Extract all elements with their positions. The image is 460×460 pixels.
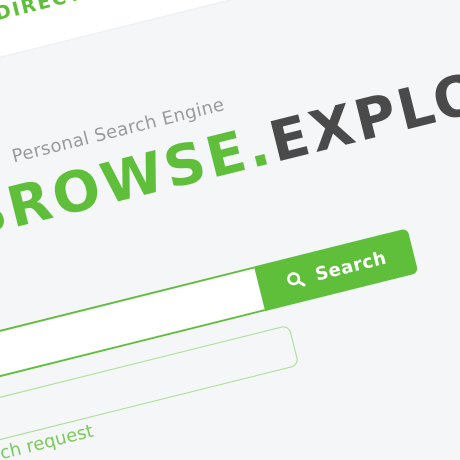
search-icon: [284, 269, 306, 291]
page: DIRECTORY Personal Search Engine BROWSE.…: [0, 0, 460, 460]
rotated-scene: DIRECTORY Personal Search Engine BROWSE.…: [0, 0, 460, 460]
logo-word-explore: EXPLORE: [263, 38, 460, 176]
search-button[interactable]: Search: [254, 228, 419, 312]
search-button-label: Search: [312, 247, 389, 286]
